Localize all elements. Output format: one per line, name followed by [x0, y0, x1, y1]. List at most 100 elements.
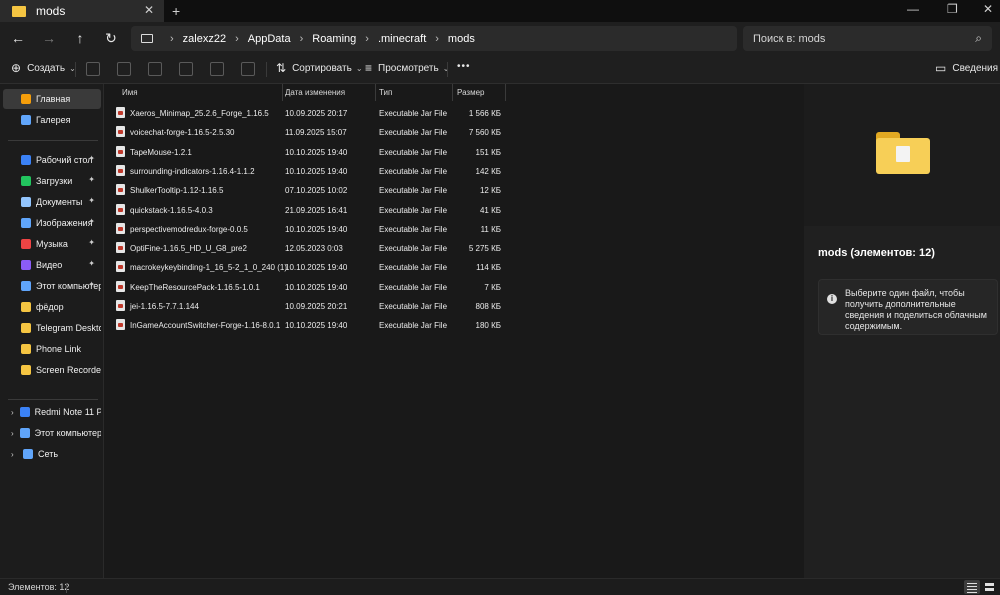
- file-size: 808 КБ: [475, 302, 501, 311]
- pin-icon[interactable]: ✦: [88, 196, 95, 205]
- file-row[interactable]: perspectivemodredux-forge-0.0.5 10.10.202…: [105, 220, 525, 239]
- breadcrumb-appdata[interactable]: AppData: [248, 33, 291, 45]
- close-tab-icon[interactable]: ✕: [144, 3, 154, 17]
- sidebar-item-home[interactable]: Главная: [3, 89, 101, 109]
- chevron-right-icon[interactable]: ›: [11, 408, 14, 417]
- file-row[interactable]: surrounding-indicators-1.16.4-1.1.2 10.10…: [105, 162, 525, 181]
- details-pane-button[interactable]: ▭ Сведения: [935, 61, 998, 75]
- sidebar-item-device[interactable]: › Redmi Note 11 Pro: [3, 402, 101, 422]
- file-row[interactable]: voicechat-forge-1.16.5-2.5.30 11.09.2025 …: [105, 123, 525, 142]
- sidebar-item-label: Screen Recorder Ec: [36, 365, 101, 375]
- plus-circle-icon: ⊕: [11, 61, 22, 75]
- column-header-name[interactable]: Имя: [114, 84, 282, 101]
- file-name: TapeMouse-1.2.1: [130, 147, 192, 157]
- sidebar-divider: [8, 140, 98, 141]
- maximize-button[interactable]: ❐: [947, 2, 958, 16]
- sidebar-item-pinned[interactable]: Screen Recorder Ec: [3, 360, 101, 380]
- close-window-button[interactable]: ✕: [983, 2, 993, 16]
- music-icon: [21, 239, 31, 249]
- sidebar-item-label: Phone Link: [36, 344, 82, 354]
- document-icon: [21, 197, 31, 207]
- sidebar-item-pinned[interactable]: Phone Link: [3, 339, 101, 359]
- up-button[interactable]: ↑: [70, 30, 90, 46]
- breadcrumb-mods[interactable]: mods: [448, 33, 475, 45]
- sidebar-item-gallery[interactable]: Галерея: [3, 110, 101, 130]
- preview-area: [804, 84, 1000, 226]
- refresh-button[interactable]: ↻: [101, 30, 121, 47]
- file-size: 1 566 КБ: [468, 109, 501, 118]
- column-header-size[interactable]: Размер: [449, 84, 505, 101]
- sidebar-item-pinned[interactable]: Изображения ✦: [3, 213, 101, 233]
- pin-icon[interactable]: ✦: [88, 175, 95, 184]
- more-options-button[interactable]: •••: [457, 61, 471, 72]
- pin-icon[interactable]: ✦: [88, 259, 95, 268]
- toolbar-divider: [266, 62, 267, 77]
- pin-icon[interactable]: ✦: [88, 217, 95, 226]
- jar-file-icon: [116, 145, 125, 157]
- sidebar-item-device[interactable]: › Этот компьютер: [3, 423, 101, 443]
- search-input[interactable]: Поиск в: mods ⌕: [743, 26, 992, 51]
- forward-button[interactable]: →: [39, 30, 59, 46]
- paste-icon[interactable]: [148, 62, 162, 76]
- sidebar-item-pinned[interactable]: Видео ✦: [3, 255, 101, 275]
- column-separator[interactable]: [505, 84, 506, 101]
- sidebar-item-device[interactable]: › Сеть: [3, 444, 101, 464]
- file-row[interactable]: ShulkerTooltip-1.12-1.16.5 07.10.2025 10:…: [105, 181, 525, 200]
- details-view-icon[interactable]: [964, 580, 980, 594]
- sidebar-item-pinned[interactable]: Telegram Desktop: [3, 318, 101, 338]
- jar-file-icon: [116, 222, 125, 234]
- rename-icon[interactable]: [179, 62, 193, 76]
- file-row[interactable]: jei-1.16.5-7.7.1.144 10.09.2025 20:21 Exec…: [105, 297, 525, 316]
- sidebar-item-label: Документы: [36, 197, 83, 207]
- new-tab-button[interactable]: +: [172, 3, 180, 19]
- share-icon[interactable]: [210, 62, 224, 76]
- file-row[interactable]: InGameAccountSwitcher-Forge-1.16-8.0.1 10…: [105, 316, 525, 335]
- tiles-view-icon[interactable]: [982, 580, 998, 594]
- address-bar[interactable]: › zalexz22 › AppData › Roaming › .minecr…: [131, 26, 737, 51]
- file-size: 142 КБ: [475, 166, 501, 176]
- pin-icon[interactable]: ✦: [88, 154, 95, 163]
- sort-button[interactable]: ⇅ Сортировать ⌄: [276, 61, 363, 75]
- minimize-button[interactable]: —: [907, 2, 919, 16]
- search-icon[interactable]: ⌕: [975, 31, 982, 46]
- file-row[interactable]: Xaeros_Minimap_25.2.6_Forge_1.16.5 10.09.…: [105, 104, 525, 123]
- chevron-right-icon[interactable]: ›: [11, 450, 17, 459]
- file-name: voicechat-forge-1.16.5-2.5.30: [130, 128, 235, 138]
- sidebar-item-pinned[interactable]: Музыка ✦: [3, 234, 101, 254]
- file-date: 10.10.2025 19:40: [285, 166, 348, 176]
- file-row[interactable]: OptiFine-1.16.5_HD_U_G8_pre2 12.05.2023 0…: [105, 239, 525, 258]
- status-bar: Элементов: 12: [0, 578, 1000, 595]
- delete-icon[interactable]: [241, 62, 255, 76]
- sidebar-item-pinned[interactable]: Этот компьютер ✦: [3, 276, 101, 296]
- column-header-type[interactable]: Тип: [371, 84, 451, 101]
- cut-icon[interactable]: [86, 62, 100, 76]
- create-button[interactable]: ⊕ Создать ⌄: [11, 61, 76, 75]
- sidebar-item-label: Этот компьютер: [34, 428, 101, 438]
- file-row[interactable]: quickstack-1.16.5-4.0.3 21.09.2025 16:41 E…: [105, 201, 525, 220]
- tab-title: mods: [36, 4, 66, 18]
- copy-icon[interactable]: [117, 62, 131, 76]
- chevron-right-icon[interactable]: ›: [11, 429, 14, 438]
- tab-mods[interactable]: mods ✕: [0, 0, 164, 22]
- sidebar-item-pinned[interactable]: фёдор: [3, 297, 101, 317]
- file-row[interactable]: KeepTheResourcePack-1.16.5-1.0.1 10.10.20…: [105, 278, 525, 297]
- breadcrumb-roaming[interactable]: Roaming: [312, 33, 356, 45]
- sidebar-item-pinned[interactable]: Загрузки ✦: [3, 171, 101, 191]
- breadcrumb-minecraft[interactable]: .minecraft: [378, 33, 426, 45]
- sidebar-item-pinned[interactable]: Документы ✦: [3, 192, 101, 212]
- toolbar-divider: [75, 62, 76, 77]
- jar-file-icon: [116, 203, 125, 215]
- file-row[interactable]: macrokeykeybinding-1_16_5-2_1_0_240 (1) 1…: [105, 258, 525, 277]
- file-row[interactable]: TapeMouse-1.2.1 10.10.2025 19:40 Executabl…: [105, 143, 525, 162]
- file-type: Executable Jar File: [379, 186, 448, 196]
- view-button[interactable]: ≡ Просмотреть ⌄: [365, 61, 449, 75]
- back-button[interactable]: ←: [8, 30, 28, 46]
- column-header-date[interactable]: Дата изменения: [277, 84, 370, 101]
- breadcrumb-zalexz22[interactable]: zalexz22: [183, 33, 226, 45]
- info-icon: i: [827, 294, 837, 304]
- breadcrumb-separator: ›: [299, 32, 304, 45]
- pin-icon[interactable]: ✦: [88, 238, 95, 247]
- pin-icon[interactable]: ✦: [88, 280, 95, 289]
- download-icon: [21, 176, 31, 186]
- sidebar-item-pinned[interactable]: Рабочий стол ✦: [3, 150, 101, 170]
